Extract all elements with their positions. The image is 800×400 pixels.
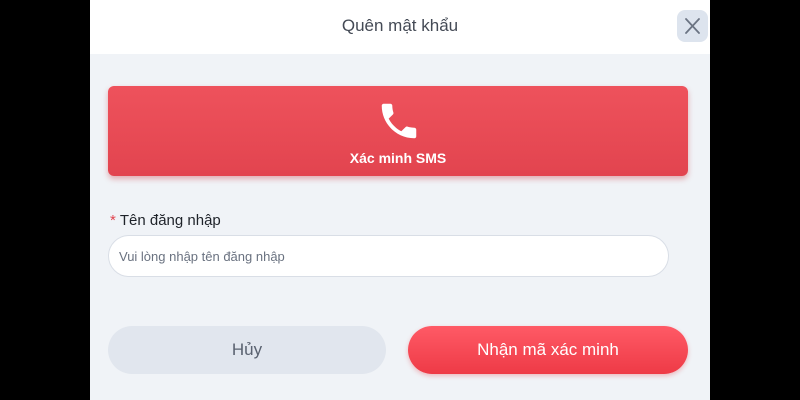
get-verification-code-button[interactable]: Nhận mã xác minh <box>408 326 688 374</box>
phone-icon <box>381 103 417 139</box>
sms-verification-label: Xác minh SMS <box>349 150 447 166</box>
cancel-button[interactable]: Hủy <box>108 326 386 374</box>
username-label-text: Tên đăng nhập <box>119 212 221 229</box>
sms-verification-option[interactable]: Xác minh SMS <box>108 86 688 176</box>
username-input[interactable] <box>108 235 669 277</box>
dialog-title: Quên mật khẩu <box>341 16 459 35</box>
close-icon <box>685 18 700 34</box>
username-label: * Tên đăng nhập <box>110 212 221 229</box>
required-mark: * <box>110 212 116 229</box>
dialog-header: Quên mật khẩu <box>90 0 710 54</box>
forgot-password-dialog: Quên mật khẩu Xác minh SMS * Tên đăng nhậ… <box>90 0 710 400</box>
close-button[interactable] <box>677 10 708 42</box>
